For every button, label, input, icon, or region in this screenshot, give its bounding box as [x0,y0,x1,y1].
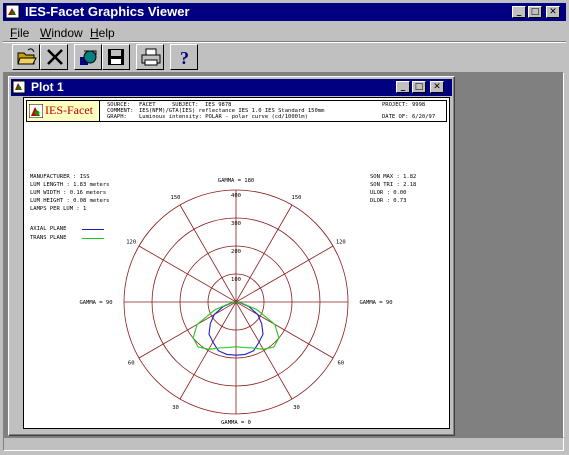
ring-label: 200 [231,249,241,255]
gamma-label-bottom: GAMMA = 0 [221,420,251,426]
angle-label: 120 [126,240,136,246]
save-icon [108,49,124,65]
plot-maximize-button[interactable]: □ [412,81,426,93]
svg-text:?: ? [180,48,189,67]
gamma-label-top: GAMMA = 180 [218,178,254,184]
plot-page: IES-Facet SOURCE: FACET SUBJECT: IES 987… [23,97,450,429]
menu-help-rest: elp [98,26,115,40]
menu-help-accel: H [90,26,99,40]
angle-label: 60 [128,361,135,367]
menu-help[interactable]: Help [90,26,115,40]
ring-label: 300 [231,221,241,227]
menu-window-accel: W [40,26,52,40]
plot-minimize-button[interactable]: _ [396,81,410,93]
plot-window-title: Plot 1 [31,80,64,94]
menu-file[interactable]: File [10,26,29,40]
graph-button[interactable] [74,44,102,70]
close-button[interactable]: ✕ [546,6,560,18]
app-titlebar: IES-Facet Graphics Viewer _ □ ✕ [3,3,566,21]
angle-label: 120 [336,240,346,246]
app-title: IES-Facet Graphics Viewer [25,4,190,19]
plot-titlebar: Plot 1 _ □ ✕ [11,79,452,96]
help-icon: ? [180,48,189,67]
angle-label: 150 [171,195,181,201]
ring-label: 100 [231,277,241,283]
angle-label: 60 [337,361,344,367]
menu-file-rest: ile [17,26,30,40]
menu-window-rest: indow [51,26,83,40]
open-icon [17,48,37,65]
print-button[interactable] [136,44,164,70]
angle-label: 30 [293,405,300,411]
close-file-button[interactable] [40,44,68,70]
menu-divider [3,41,566,43]
plot-window-icon [12,80,26,94]
open-button[interactable] [12,44,40,70]
maximize-button[interactable]: □ [528,6,542,18]
gamma-label-left: GAMMA = 90 [79,300,112,306]
status-bar [3,437,564,451]
help-button[interactable]: ? [170,44,198,70]
angle-label: 30 [172,405,179,411]
graph-icon [80,50,97,65]
plot-close-button[interactable]: ✕ [430,81,444,93]
angle-label: 150 [292,195,302,201]
app-icon [5,4,21,20]
minimize-button[interactable]: _ [512,6,526,18]
gamma-label-right: GAMMA = 90 [359,300,392,306]
close-x-icon [47,49,63,65]
polar-chart: 400 300 200 100 GAMMA = 180 GAMMA = 0 GAMMA = … [79,178,392,426]
print-icon [141,48,161,66]
save-button[interactable] [102,44,130,70]
menu-window[interactable]: Window [40,26,83,40]
plot-window[interactable]: Plot 1 _ □ ✕ IES-Facet SOURCE: FACET SUB… [8,76,455,436]
ring-label: 400 [231,193,241,199]
